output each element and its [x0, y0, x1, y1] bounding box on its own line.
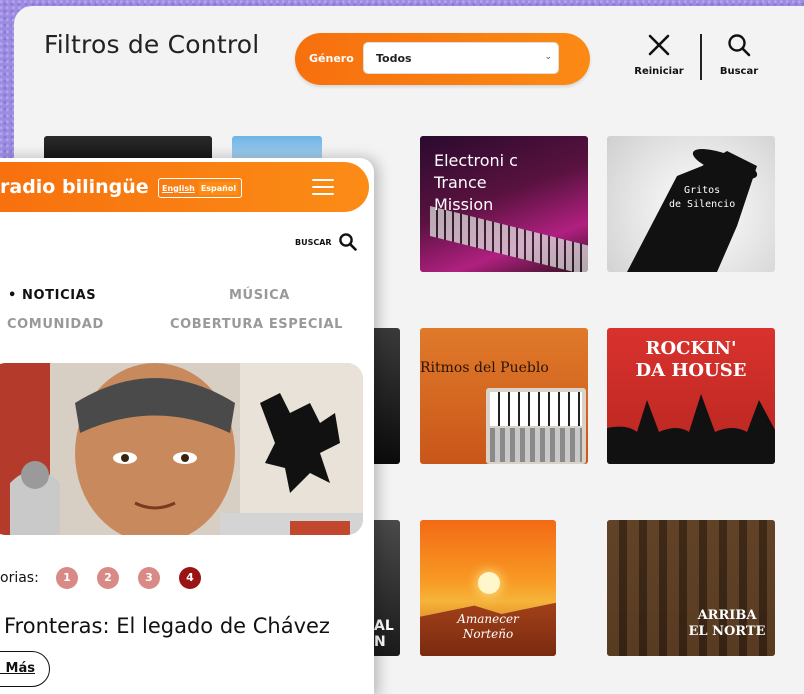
- toolbar-divider: [700, 34, 702, 80]
- panel-title: Filtros de Control: [44, 30, 260, 59]
- nav-musica[interactable]: MÚSICA: [229, 288, 290, 303]
- album-title: ARRIBA EL NORTE: [688, 608, 766, 639]
- article-title[interactable]: Fronteras: El legado de Chávez: [4, 614, 330, 638]
- close-icon: [648, 34, 670, 56]
- page-dot-4[interactable]: 4: [179, 567, 201, 589]
- genre-select[interactable]: Todos ⌄: [363, 42, 559, 74]
- nav-cobertura-especial[interactable]: COBERTURA ESPECIAL: [170, 317, 343, 332]
- nav-comunidad[interactable]: COMUNIDAD: [7, 317, 104, 332]
- album-title: Gritos de Silencio: [669, 185, 736, 210]
- album-title: AL N: [374, 618, 394, 650]
- genre-select-value: Todos: [376, 52, 412, 65]
- read-more-label: a Más: [0, 661, 35, 676]
- album-tile-ritmos-del-pueblo[interactable]: Ritmos del Pueblo: [420, 328, 588, 464]
- site-header: radio bilingüe English Español: [0, 162, 369, 212]
- album-tile-arriba-el-norte[interactable]: ARRIBA EL NORTE: [607, 520, 775, 656]
- hamburger-menu-icon[interactable]: [312, 179, 334, 195]
- page-dot-2[interactable]: 2: [97, 567, 119, 589]
- mobile-site-overlay: radio bilingüe English Español BUSCAR • …: [0, 158, 374, 694]
- search-icon: [728, 34, 751, 57]
- lang-english-link[interactable]: English: [162, 184, 195, 193]
- album-tile-rockin-da-house[interactable]: ROCKIN' DA HOUSE: [607, 328, 775, 464]
- page-dot-1[interactable]: 1: [56, 567, 78, 589]
- album-tile-amanecer-norteno[interactable]: Amanecer Norteño: [420, 520, 556, 656]
- album-title: Ritmos del Pueblo: [420, 360, 549, 376]
- genre-label: Género: [309, 52, 354, 65]
- site-search-label: BUSCAR: [295, 237, 332, 247]
- lang-spanish-link[interactable]: Español: [198, 181, 239, 195]
- album-tile-gritos-de-silencio[interactable]: Gritos de Silencio: [607, 136, 775, 272]
- genre-filter: Género Todos ⌄: [295, 33, 590, 85]
- read-more-button[interactable]: a Más: [0, 651, 50, 687]
- chevron-down-icon: ⌄: [544, 52, 552, 62]
- album-title: ROCKIN' DA HOUSE: [635, 338, 747, 381]
- nav-noticias[interactable]: • NOTICIAS: [8, 288, 96, 303]
- brand-logo[interactable]: radio bilingüe: [0, 176, 149, 198]
- search-button[interactable]: Buscar: [714, 32, 764, 77]
- album-title: Amanecer Norteño: [457, 612, 519, 641]
- hero-art: [0, 363, 363, 535]
- language-switcher: English Español: [158, 178, 243, 198]
- hero-image[interactable]: [0, 363, 363, 535]
- search-label: Buscar: [719, 66, 759, 77]
- categories-label: orias:: [0, 570, 39, 586]
- site-search-button[interactable]: BUSCAR: [295, 232, 358, 252]
- reset-button[interactable]: Reiniciar: [629, 32, 689, 77]
- album-tile-electronic-trance-mission[interactable]: Electroni c Trance Mission: [420, 136, 588, 272]
- album-title: Electroni c Trance Mission: [434, 151, 518, 214]
- reset-label: Reiniciar: [634, 66, 684, 77]
- search-icon: [338, 233, 357, 251]
- page-dot-3[interactable]: 3: [138, 567, 160, 589]
